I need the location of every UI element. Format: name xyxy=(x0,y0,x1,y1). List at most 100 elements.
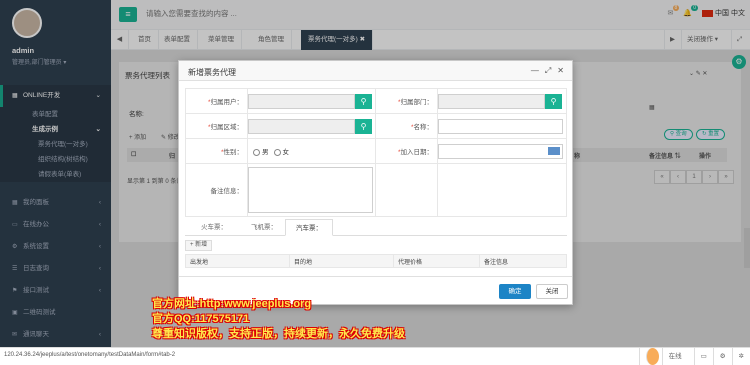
tab-role-manage[interactable]: 角色管理 xyxy=(251,30,292,50)
gear-icon[interactable]: ⚙ xyxy=(712,348,732,365)
panel-tools-icon[interactable]: ⌄ ✎ ✕ xyxy=(689,70,707,77)
sidebar-item-api-test[interactable]: ⚑ 接口测试 ‹ xyxy=(0,280,111,302)
col-label: 备注信息 xyxy=(649,154,674,160)
bell-icon[interactable]: 🔔 0 xyxy=(683,5,699,17)
tab-train-ticket[interactable]: 火车票： xyxy=(191,219,237,236)
chat-icon[interactable]: ▭ xyxy=(693,348,713,365)
add-button[interactable]: + 添加 xyxy=(129,132,146,141)
close-ops-dropdown[interactable]: 关闭操作 ▾ xyxy=(681,30,723,50)
qr-icon: ▣ xyxy=(12,310,18,316)
sidebar-item-label: 在线办公 xyxy=(23,221,49,228)
tab-home[interactable]: 首页 xyxy=(131,30,159,50)
submenu-online: 表单配置 生成示例 ⌄ 票务代理(一对多) 组织结构(树结构) 请假表单(单表) xyxy=(0,107,111,182)
settings-fab-icon[interactable]: ⚙ xyxy=(732,55,746,69)
label-text: 性别： xyxy=(223,149,244,156)
sidebar-item-org-tree[interactable]: 组织结构(树结构) xyxy=(0,152,111,167)
confirm-button[interactable]: 确定 xyxy=(499,284,531,299)
sidebar-item-leave-form[interactable]: 请假表单(单表) xyxy=(0,167,111,182)
label-text: 归属区域： xyxy=(210,124,244,131)
sidebar-item-chat[interactable]: ✉ 通讯聊天 ‹ xyxy=(0,324,111,346)
chevron-left-icon: ‹ xyxy=(98,265,101,272)
watermark: 官方网址:http:www.jeeplus.org 官方QQ:117575171… xyxy=(152,297,405,342)
sidebar-item-label: 生成示例 xyxy=(32,126,58,133)
col-header-note: 备注信息 xyxy=(479,254,567,268)
radio-male[interactable] xyxy=(253,148,260,156)
tab-menu-manage[interactable]: 菜单管理 xyxy=(201,30,242,50)
note-field-cell xyxy=(247,163,376,217)
sidebar-item-label: 通讯聊天 xyxy=(23,331,49,338)
add-row-label: 新增 xyxy=(195,242,208,248)
search-button[interactable]: ⚲ 查询 xyxy=(664,129,693,140)
menu-toggle-button[interactable]: ≡ xyxy=(119,7,137,22)
add-row-button[interactable]: + 新增 xyxy=(185,240,213,251)
radio-female[interactable] xyxy=(273,148,281,156)
edit-button[interactable]: ✎ 修改 xyxy=(161,132,180,141)
page-number[interactable]: 1 xyxy=(686,170,702,184)
sidebar-item-label: ONLINE开发 xyxy=(23,92,61,99)
chevron-left-icon: ‹ xyxy=(98,243,101,250)
sidebar-item-qr-test[interactable]: ▣ 二维码测试 xyxy=(0,302,111,324)
page-tabs: ◀ 首页 表单配置 菜单管理 角色管理 票务代理(一对多) ✖ ▶ 关闭操作 ▾… xyxy=(111,30,750,50)
area-input[interactable] xyxy=(248,118,355,134)
tab-label: 票务代理(一对多) xyxy=(308,36,358,43)
prev-page-button[interactable]: ‹ xyxy=(670,170,686,184)
tab-ticket-agent[interactable]: 票务代理(一对多) ✖ xyxy=(301,30,374,50)
gear-icon: ⚙ xyxy=(12,244,18,250)
minimize-icon[interactable]: — xyxy=(531,66,539,76)
top-search-input[interactable] xyxy=(146,9,266,18)
gender-field-cell: 男女 xyxy=(247,138,376,164)
language-selector[interactable]: 中国 中文 xyxy=(702,8,745,18)
search-icon[interactable]: ⚲ xyxy=(355,93,372,109)
tab-plane-ticket[interactable]: 飞机票： xyxy=(241,219,287,236)
user-role-dropdown[interactable]: 管理员,部门管理员 ▾ xyxy=(12,57,111,66)
sidebar-item-online-office[interactable]: ▭ 在线办公 ‹ xyxy=(0,214,111,236)
form-table: *归属用户： ⚲ *归属部门： ⚲ *归属区域： ⚲ *名称： *性别： 男女 … xyxy=(185,88,567,217)
empty-cell xyxy=(375,163,438,217)
col-header-note[interactable]: 备注信息 ⇅ xyxy=(649,151,681,160)
user-input[interactable] xyxy=(248,93,355,109)
close-button[interactable]: 关闭 xyxy=(536,284,568,299)
chat-icon: ✉ xyxy=(12,332,18,338)
tab-scroll-right-button[interactable]: ▶ xyxy=(664,30,680,50)
name-input[interactable] xyxy=(438,118,563,134)
close-icon[interactable]: ✕ xyxy=(557,66,564,76)
next-page-button[interactable]: › xyxy=(702,170,718,184)
search-icon[interactable]: ⚲ xyxy=(355,118,372,134)
sidebar-item-my-panel[interactable]: ▦ 我的面板 ‹ xyxy=(0,192,111,214)
sidebar-item-ticket-agent[interactable]: 票务代理(一对多) xyxy=(0,137,111,152)
last-page-button[interactable]: » xyxy=(718,170,734,184)
cog-icon[interactable]: ✲ xyxy=(731,348,750,365)
reset-button[interactable]: ↻ 重置 xyxy=(696,129,726,140)
calendar-icon[interactable]: ▦ xyxy=(649,104,655,111)
fullscreen-icon[interactable]: ⤢ xyxy=(731,30,747,50)
modal-header: 新增票务代理 — ⤢ ✕ xyxy=(179,61,572,81)
sidebar-item-label: 系统设置 xyxy=(23,243,49,250)
sidebar-item-form-config[interactable]: 表单配置 xyxy=(0,107,111,122)
sidebar-item-settings[interactable]: ⚙ 系统设置 ‹ xyxy=(0,236,111,258)
tab-form-config[interactable]: 表单配置 xyxy=(157,30,198,50)
search-icon[interactable]: ⚲ xyxy=(545,93,562,109)
join-date-input[interactable] xyxy=(438,143,563,159)
note-textarea[interactable] xyxy=(248,167,373,213)
sidebar-item-logs[interactable]: ☰ 日志查询 ‹ xyxy=(0,258,111,280)
sidebar-item-gen-examples[interactable]: 生成示例 ⌄ xyxy=(0,122,111,137)
label-text: 名称： xyxy=(413,124,434,131)
first-page-button[interactable]: « xyxy=(654,170,670,184)
chevron-left-icon: ‹ xyxy=(98,287,101,294)
dept-input[interactable] xyxy=(438,93,545,109)
dept-field-cell: ⚲ xyxy=(437,88,567,114)
mail-icon[interactable]: ✉ 8 xyxy=(667,5,680,17)
maximize-icon[interactable]: ⤢ xyxy=(545,66,551,76)
empty-cell xyxy=(437,163,567,217)
label-gender: *性别： xyxy=(185,138,248,164)
online-status[interactable]: 在线 xyxy=(638,348,694,365)
language-label: 中国 中文 xyxy=(715,10,745,17)
right-scroll-handle[interactable] xyxy=(744,228,750,268)
calendar-icon[interactable] xyxy=(548,147,560,155)
tab-bus-ticket[interactable]: 汽车票： xyxy=(285,219,333,236)
checkbox-icon[interactable]: ☐ xyxy=(131,151,136,158)
avatar[interactable] xyxy=(12,8,42,38)
sidebar-item-online-dev[interactable]: ▦ ONLINE开发 ⌄ xyxy=(0,85,111,107)
tab-scroll-left-button[interactable]: ◀ xyxy=(111,30,129,50)
close-icon[interactable]: ✖ xyxy=(360,36,365,43)
